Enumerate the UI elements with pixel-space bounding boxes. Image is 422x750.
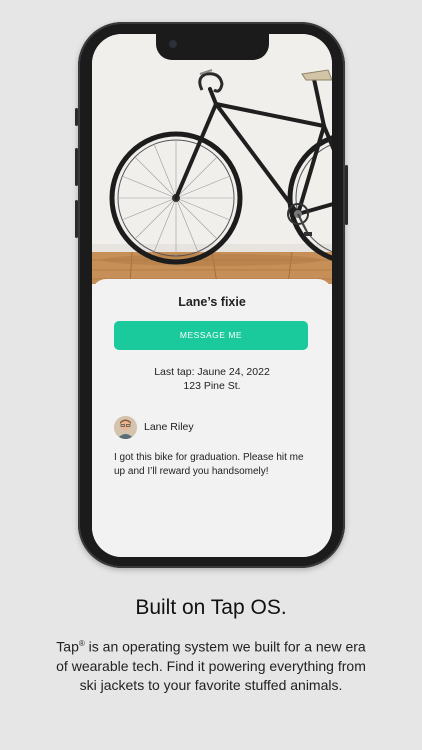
message-me-button[interactable]: MESSAGE ME: [114, 321, 308, 350]
phone-side-button-power: [345, 165, 348, 225]
promo-headline: Built on Tap OS.: [135, 596, 287, 619]
promo-description: Tap® is an operating system we built for…: [55, 634, 367, 695]
item-card: Lane’s fixie MESSAGE ME Last tap: Jaune …: [92, 279, 332, 557]
owner-note: I got this bike for graduation. Please h…: [114, 452, 304, 477]
last-tap-date: Last tap: Jaune 24, 2022: [154, 366, 270, 378]
avatar: [114, 416, 137, 439]
phone-side-button-volume-up: [75, 148, 78, 186]
brand-name: Tap: [56, 638, 79, 655]
avatar-image: [114, 416, 137, 439]
owner-name: Lane Riley: [144, 421, 194, 433]
phone-side-button-volume-down: [75, 200, 78, 238]
front-camera-icon: [169, 40, 177, 48]
item-title: Lane’s fixie: [178, 295, 246, 309]
promo-description-text: is an operating system we built for a ne…: [56, 638, 366, 693]
last-tap-address: 123 Pine St.: [183, 380, 241, 392]
bike-photo: [92, 34, 332, 284]
last-tap-info: Last tap: Jaune 24, 2022 123 Pine St.: [92, 365, 332, 393]
phone-side-button-mute: [75, 108, 78, 126]
